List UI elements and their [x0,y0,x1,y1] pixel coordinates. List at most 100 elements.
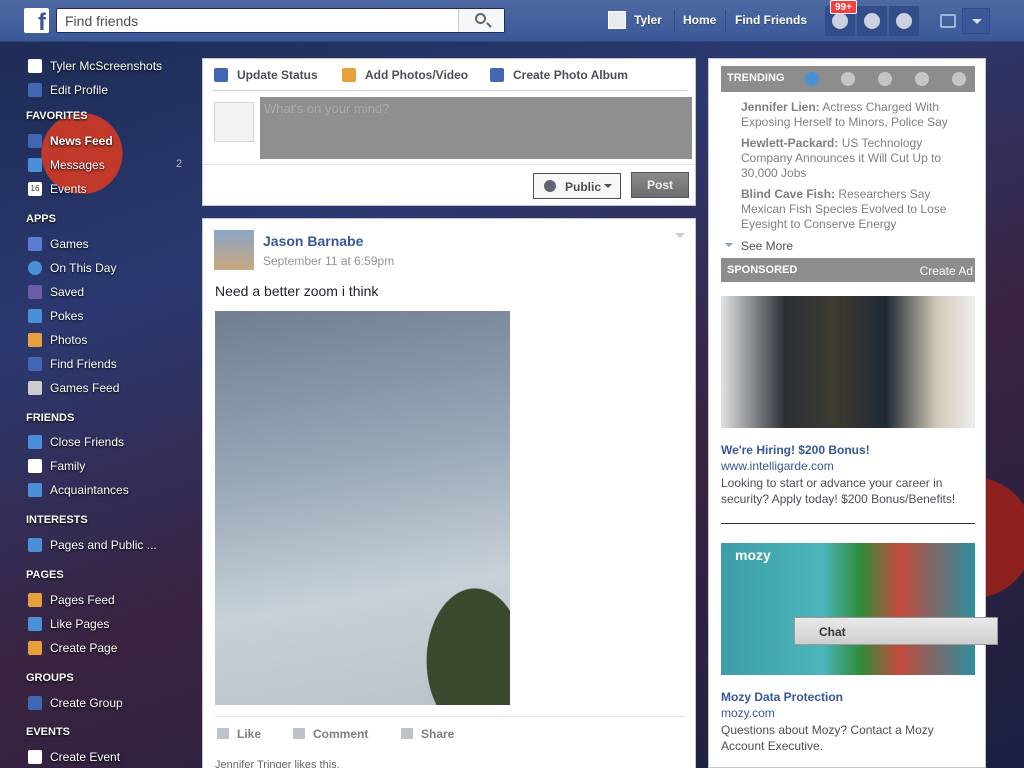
star-icon [28,435,42,449]
games-icon [28,237,42,251]
trending-topic: Hewlett-Packard: [741,136,839,150]
trending-item[interactable]: Blind Cave Fish: Researchers Say Mexican… [741,187,971,232]
sidebar-heading-events: EVENTS [26,726,71,738]
globe-icon [896,13,912,29]
friend-requests-icon [832,13,848,29]
sponsored-header: SPONSORED Create Ad [721,258,975,282]
messages-button[interactable] [857,6,887,36]
divider [674,10,675,32]
account-menu-button[interactable] [962,8,990,34]
like-button[interactable]: Like [217,727,261,741]
sidebar-item-label: Pages and Public ... [50,538,157,552]
sidebar-item-label: Games [50,237,89,251]
comment-button[interactable]: Comment [293,727,368,741]
sidebar-item-label: Find Friends [50,357,117,371]
tab-trending-top[interactable] [805,72,819,86]
status-input[interactable] [260,97,692,159]
trending-topic: Blind Cave Fish: [741,187,836,201]
search-button[interactable] [458,9,504,32]
plus-icon [28,696,42,710]
status-composer: Update Status Add Photos/Video Create Ph… [202,58,696,206]
trending-title: TRENDING [727,72,785,84]
feed-story: Jason Barnabe September 11 at 6:59pm Nee… [202,218,696,768]
ad-body: Looking to start or advance your career … [721,476,956,506]
home-link[interactable]: Home [683,13,716,27]
plus-calendar-icon [28,750,42,764]
notification-count-badge: 99+ [830,0,857,14]
sidebar-heading-friends: FRIENDS [26,412,75,424]
trending-item[interactable]: Jennifer Lien: Actress Charged With Expo… [741,100,971,130]
globe-icon [544,180,556,192]
comment-label: Comment [313,727,369,741]
thumbs-up-icon [28,617,42,631]
ad-url[interactable]: mozy.com [721,706,775,720]
create-ad-link[interactable]: Create Ad [920,264,973,278]
tab-trending-sports[interactable] [915,72,929,86]
tab-trending-politics[interactable] [841,72,855,86]
messages-icon [864,13,880,29]
find-friends-link[interactable]: Find Friends [735,13,807,27]
clock-icon [28,261,42,275]
sidebar-item-label: Create Event [50,750,121,764]
search-icon [475,13,486,24]
notifications-button[interactable] [889,6,919,36]
trending-item[interactable]: Hewlett-Packard: US Technology Company A… [741,136,971,181]
list-icon [28,483,42,497]
sidebar-item-label: Acquaintances [50,483,129,497]
chevron-down-icon[interactable] [675,233,685,243]
pencil-icon [28,83,42,97]
house-icon [28,459,42,473]
likes-summary[interactable]: Jennifer Tringer likes this. [215,759,340,768]
news-feed-icon [28,134,42,148]
calendar-icon: 16 [28,182,42,196]
tab-update-status[interactable]: Update Status [237,68,318,82]
privacy-shortcuts-icon[interactable] [940,14,956,28]
audience-selector[interactable]: Public [533,173,621,199]
divider [215,716,685,717]
facebook-logo-icon[interactable]: f [24,8,49,33]
tab-trending-science[interactable] [878,72,892,86]
album-icon [490,68,504,82]
sidebar-item-label: Close Friends [50,435,125,449]
profile-avatar-icon [28,59,42,73]
story-photo[interactable] [215,311,510,705]
share-label: Share [421,727,455,741]
tab-add-photos[interactable]: Add Photos/Video [365,68,468,82]
audience-label: Public [565,180,602,194]
trending-header: TRENDING [721,66,975,92]
sidebar-item-label: Messages [50,158,105,172]
ad-body: Questions about Mozy? Contact a Mozy Acc… [721,723,934,753]
ad-image[interactable] [721,296,975,428]
post-button[interactable]: Post [631,172,689,198]
ad-image[interactable]: mozy [721,543,975,675]
comment-icon [293,728,305,739]
ad-title[interactable]: We're Hiring! $200 Bonus! [721,443,870,457]
tab-create-album[interactable]: Create Photo Album [513,68,628,82]
ad-url[interactable]: www.intelligarde.com [721,459,834,473]
chat-bar[interactable]: Chat [794,617,998,645]
share-button[interactable]: Share [401,727,454,741]
messages-count: 2 [176,158,183,170]
story-author[interactable]: Jason Barnabe [263,233,363,249]
chat-label: Chat [819,625,846,639]
sidebar-item-label: News Feed [50,134,113,148]
user-avatar[interactable] [608,11,626,29]
sidebar-item-label: Pages Feed [50,593,115,607]
search-input[interactable] [57,9,457,32]
sidebar-heading-groups: GROUPS [26,672,74,684]
author-avatar[interactable] [214,230,254,270]
sidebar-heading-apps: APPS [26,213,56,225]
find-friends-icon [28,357,42,371]
sidebar-heading-interests: INTERESTS [26,514,88,526]
profile-link[interactable]: Tyler [634,13,662,27]
see-more-link[interactable]: See More [741,239,793,253]
sidebar-item-label: Family [50,459,86,473]
trending-topic: Jennifer Lien: [741,100,820,114]
ad-title[interactable]: Mozy Data Protection [721,690,843,704]
like-label: Like [237,727,262,741]
chevron-down-icon [604,184,612,192]
tab-trending-entertainment[interactable] [952,72,966,86]
divider [725,10,726,32]
sidebar-heading-pages: PAGES [26,569,64,581]
story-timestamp[interactable]: September 11 at 6:59pm [263,254,394,268]
